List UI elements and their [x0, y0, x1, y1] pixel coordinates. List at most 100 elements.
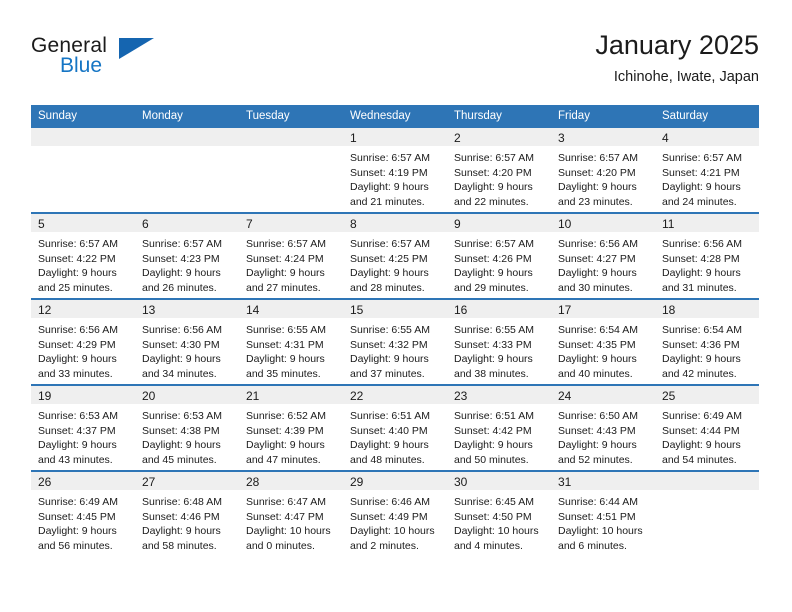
- day-detail-line: Sunset: 4:44 PM: [662, 424, 740, 437]
- day-detail-line: Daylight: 9 hours: [662, 267, 741, 280]
- day-detail-line: and 38 minutes.: [454, 367, 529, 380]
- day-details: Sunrise: 6:51 AM Sunset: 4:40 PM Daylight:…: [343, 404, 447, 467]
- calendar-day-cell[interactable]: 31 Sunrise: 6:44 AM Sunset: 4:51 PM Dayligh…: [551, 470, 655, 556]
- calendar-day-cell[interactable]: 11 Sunrise: 6:56 AM Sunset: 4:28 PM Dayligh…: [655, 212, 759, 299]
- day-detail-line: Sunrise: 6:55 AM: [454, 324, 534, 336]
- calendar-grid: Sunday Monday Tuesday Wednesday Thursday…: [31, 105, 759, 556]
- logo-text-blue: Blue: [60, 54, 103, 77]
- day-number: 5: [38, 217, 45, 231]
- calendar-day-cell[interactable]: 12 Sunrise: 6:56 AM Sunset: 4:29 PM Dayligh…: [31, 298, 135, 385]
- day-details: Sunrise: 6:57 AM Sunset: 4:24 PM Daylight:…: [239, 232, 343, 295]
- day-number: 26: [38, 475, 52, 489]
- calendar-day-cell[interactable]: 18 Sunrise: 6:54 AM Sunset: 4:36 PM Dayligh…: [655, 298, 759, 385]
- day-number-band: 16: [447, 300, 551, 318]
- day-number-band: 29: [343, 472, 447, 490]
- calendar-week-row: 26 Sunrise: 6:49 AM Sunset: 4:45 PM Dayligh…: [31, 470, 759, 556]
- day-detail-line: Daylight: 9 hours: [142, 267, 221, 280]
- calendar-day-cell[interactable]: 26 Sunrise: 6:49 AM Sunset: 4:45 PM Dayligh…: [31, 470, 135, 556]
- day-details: Sunrise: 6:57 AM Sunset: 4:26 PM Daylight:…: [447, 232, 551, 295]
- day-detail-line: Sunset: 4:24 PM: [246, 252, 324, 265]
- day-number-band: 30: [447, 472, 551, 490]
- day-number: 25: [662, 389, 676, 403]
- calendar-day-cell[interactable]: 6 Sunrise: 6:57 AM Sunset: 4:23 PM Daylight…: [135, 212, 239, 299]
- day-detail-line: Sunrise: 6:57 AM: [350, 152, 430, 164]
- day-detail-line: Daylight: 10 hours: [558, 525, 643, 538]
- weekday-header-saturday: Saturday: [655, 105, 759, 128]
- day-details: Sunrise: 6:45 AM Sunset: 4:50 PM Daylight:…: [447, 490, 551, 553]
- day-detail-line: and 30 minutes.: [558, 281, 633, 294]
- general-blue-logo[interactable]: General Blue: [31, 34, 251, 90]
- calendar-day-cell[interactable]: 4 Sunrise: 6:57 AM Sunset: 4:21 PM Daylight…: [655, 128, 759, 213]
- calendar-day-cell[interactable]: 17 Sunrise: 6:54 AM Sunset: 4:35 PM Dayligh…: [551, 298, 655, 385]
- calendar-day-cell[interactable]: 1 Sunrise: 6:57 AM Sunset: 4:19 PM Daylight…: [343, 128, 447, 213]
- calendar-day-cell[interactable]: 9 Sunrise: 6:57 AM Sunset: 4:26 PM Daylight…: [447, 212, 551, 299]
- day-detail-line: and 25 minutes.: [38, 281, 113, 294]
- day-detail-line: Sunrise: 6:51 AM: [350, 410, 430, 422]
- day-detail-line: Sunset: 4:43 PM: [558, 424, 636, 437]
- day-number: 9: [454, 217, 461, 231]
- calendar-day-cell[interactable]: 13 Sunrise: 6:56 AM Sunset: 4:30 PM Dayligh…: [135, 298, 239, 385]
- day-details: Sunrise: 6:46 AM Sunset: 4:49 PM Daylight:…: [343, 490, 447, 553]
- calendar-day-cell[interactable]: 14 Sunrise: 6:55 AM Sunset: 4:31 PM Dayligh…: [239, 298, 343, 385]
- day-number-band: 17: [551, 300, 655, 318]
- day-detail-line: Sunset: 4:36 PM: [662, 338, 740, 351]
- day-detail-line: Sunrise: 6:46 AM: [350, 496, 430, 508]
- day-detail-line: Daylight: 9 hours: [38, 525, 117, 538]
- day-detail-line: Sunset: 4:51 PM: [558, 510, 636, 523]
- day-number: 23: [454, 389, 468, 403]
- day-number: 2: [454, 131, 461, 145]
- day-number: 21: [246, 389, 260, 403]
- day-number: 11: [662, 217, 675, 231]
- day-detail-line: Sunset: 4:30 PM: [142, 338, 220, 351]
- day-detail-line: Sunset: 4:40 PM: [350, 424, 428, 437]
- calendar-empty-cell: [239, 128, 343, 213]
- day-number-band: 11: [655, 214, 759, 232]
- day-detail-line: and 52 minutes.: [558, 453, 633, 466]
- day-detail-line: Sunset: 4:35 PM: [558, 338, 636, 351]
- calendar-week-row: 19 Sunrise: 6:53 AM Sunset: 4:37 PM Dayligh…: [31, 384, 759, 471]
- calendar-day-cell[interactable]: 7 Sunrise: 6:57 AM Sunset: 4:24 PM Daylight…: [239, 212, 343, 299]
- day-detail-line: Sunset: 4:27 PM: [558, 252, 636, 265]
- calendar-day-cell[interactable]: 5 Sunrise: 6:57 AM Sunset: 4:22 PM Daylight…: [31, 212, 135, 299]
- calendar-day-cell[interactable]: 3 Sunrise: 6:57 AM Sunset: 4:20 PM Daylight…: [551, 128, 655, 213]
- day-number-band: 1: [343, 128, 447, 146]
- day-number: 8: [350, 217, 357, 231]
- day-detail-line: Sunrise: 6:57 AM: [558, 152, 638, 164]
- calendar-day-cell[interactable]: 28 Sunrise: 6:47 AM Sunset: 4:47 PM Dayligh…: [239, 470, 343, 556]
- calendar-day-cell[interactable]: 21 Sunrise: 6:52 AM Sunset: 4:39 PM Dayligh…: [239, 384, 343, 471]
- calendar-day-cell[interactable]: 22 Sunrise: 6:51 AM Sunset: 4:40 PM Dayligh…: [343, 384, 447, 471]
- day-detail-line: Sunrise: 6:56 AM: [662, 238, 742, 250]
- calendar-day-cell[interactable]: 23 Sunrise: 6:51 AM Sunset: 4:42 PM Dayligh…: [447, 384, 551, 471]
- calendar-day-cell[interactable]: 20 Sunrise: 6:53 AM Sunset: 4:38 PM Dayligh…: [135, 384, 239, 471]
- day-detail-line: and 56 minutes.: [38, 539, 113, 552]
- day-number-band: 6: [135, 214, 239, 232]
- day-detail-line: Daylight: 9 hours: [38, 267, 117, 280]
- calendar-day-cell[interactable]: 2 Sunrise: 6:57 AM Sunset: 4:20 PM Daylight…: [447, 128, 551, 213]
- day-detail-line: Sunset: 4:33 PM: [454, 338, 532, 351]
- calendar-day-cell[interactable]: 19 Sunrise: 6:53 AM Sunset: 4:37 PM Dayligh…: [31, 384, 135, 471]
- day-detail-line: Sunrise: 6:57 AM: [350, 238, 430, 250]
- day-detail-line: Sunset: 4:42 PM: [454, 424, 532, 437]
- calendar-day-cell[interactable]: 15 Sunrise: 6:55 AM Sunset: 4:32 PM Dayligh…: [343, 298, 447, 385]
- calendar-day-cell[interactable]: 8 Sunrise: 6:57 AM Sunset: 4:25 PM Daylight…: [343, 212, 447, 299]
- calendar-day-cell[interactable]: 24 Sunrise: 6:50 AM Sunset: 4:43 PM Dayligh…: [551, 384, 655, 471]
- day-number: 3: [558, 131, 565, 145]
- day-detail-line: Sunrise: 6:57 AM: [246, 238, 326, 250]
- day-detail-line: Sunset: 4:25 PM: [350, 252, 428, 265]
- day-detail-line: Daylight: 10 hours: [350, 525, 435, 538]
- calendar-day-cell[interactable]: 27 Sunrise: 6:48 AM Sunset: 4:46 PM Dayligh…: [135, 470, 239, 556]
- day-detail-line: and 26 minutes.: [142, 281, 217, 294]
- calendar-day-cell[interactable]: 10 Sunrise: 6:56 AM Sunset: 4:27 PM Dayligh…: [551, 212, 655, 299]
- day-detail-line: and 29 minutes.: [454, 281, 529, 294]
- day-number-band: 26: [31, 472, 135, 490]
- calendar-day-cell[interactable]: 30 Sunrise: 6:45 AM Sunset: 4:50 PM Dayligh…: [447, 470, 551, 556]
- calendar-day-cell[interactable]: 16 Sunrise: 6:55 AM Sunset: 4:33 PM Dayligh…: [447, 298, 551, 385]
- day-number-band: 10: [551, 214, 655, 232]
- day-number-band: 28: [239, 472, 343, 490]
- day-detail-line: and 28 minutes.: [350, 281, 425, 294]
- calendar-empty-cell: [135, 128, 239, 213]
- calendar-day-cell[interactable]: 25 Sunrise: 6:49 AM Sunset: 4:44 PM Dayligh…: [655, 384, 759, 471]
- calendar-day-cell[interactable]: 29 Sunrise: 6:46 AM Sunset: 4:49 PM Dayligh…: [343, 470, 447, 556]
- day-detail-line: and 42 minutes.: [662, 367, 737, 380]
- day-detail-line: and 24 minutes.: [662, 195, 737, 208]
